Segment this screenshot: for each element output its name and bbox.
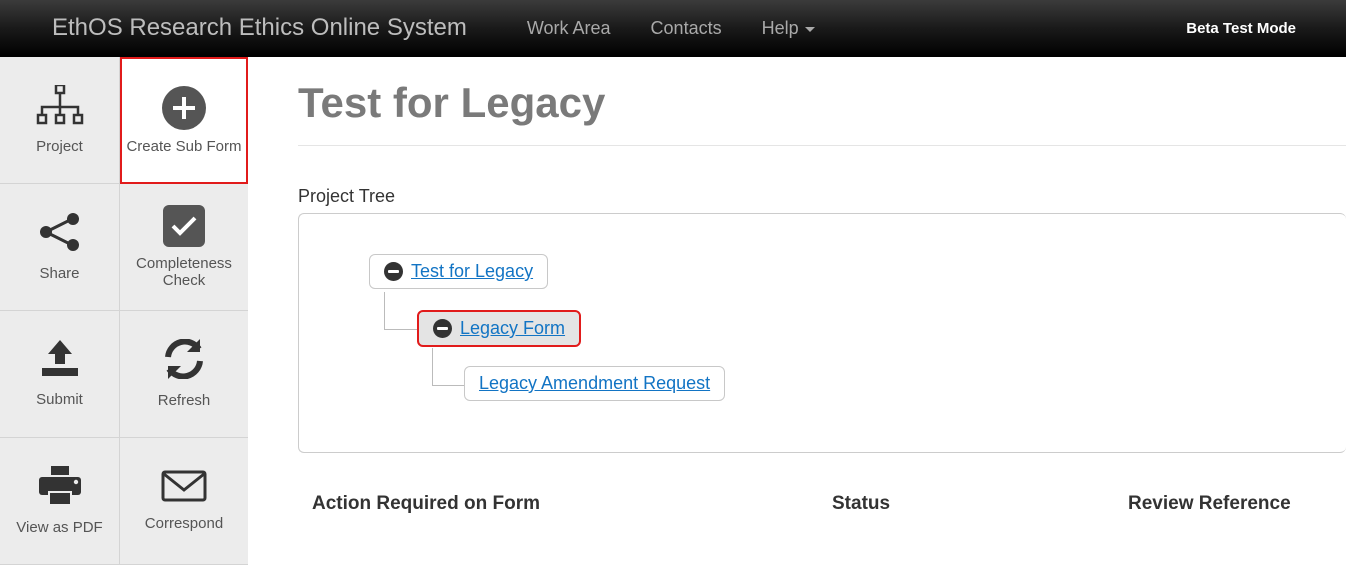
col-review: Review Reference [1128,493,1346,515]
tool-view-pdf[interactable]: View as PDF [0,438,120,565]
tool-create-sub-form-label: Create Sub Form [126,138,241,155]
tool-share[interactable]: Share [0,184,120,311]
tool-share-label: Share [39,265,79,282]
content-area: Test for Legacy Project Tree Test for Le… [248,57,1346,561]
title-divider [298,145,1346,146]
tree-node-legacy-form-link[interactable]: Legacy Form [460,318,565,339]
project-tree-panel: Test for Legacy Legacy Form Legacy Amend… [298,213,1346,453]
printer-icon [37,466,83,511]
nav-links: Work Area Contacts Help [527,18,815,39]
col-status: Status [832,493,1128,515]
nav-contacts[interactable]: Contacts [651,18,722,39]
tool-completeness-check[interactable]: Completeness Check [120,184,248,311]
chevron-down-icon [805,27,815,32]
tool-view-pdf-label: View as PDF [16,519,102,536]
tool-submit[interactable]: Submit [0,311,120,438]
mail-icon [161,470,207,507]
tree-connector [432,348,464,386]
tree-connector [384,292,417,330]
columns-header: Action Required on Form Status Review Re… [298,493,1346,515]
tool-completeness-check-label: Completeness Check [124,255,244,290]
top-navbar: EthOS Research Ethics Online System Work… [0,0,1346,57]
tree-node-root[interactable]: Test for Legacy [369,254,548,289]
tool-correspond-label: Correspond [145,515,223,532]
sidebar: Project Create Sub Form Share Completene… [0,57,248,561]
tool-refresh[interactable]: Refresh [120,311,248,438]
col-action: Action Required on Form [312,493,832,515]
tool-project-label: Project [36,138,83,155]
tree-node-legacy-form[interactable]: Legacy Form [417,310,581,347]
tool-create-sub-form[interactable]: Create Sub Form [120,57,248,184]
tree-node-amendment[interactable]: Legacy Amendment Request [464,366,725,401]
tool-project[interactable]: Project [0,57,120,184]
brand-title[interactable]: EthOS Research Ethics Online System [52,14,467,42]
nav-help[interactable]: Help [762,18,815,39]
tree-section-label: Project Tree [298,186,1346,207]
main-layout: Project Create Sub Form Share Completene… [0,57,1346,561]
tool-submit-label: Submit [36,391,83,408]
tool-refresh-label: Refresh [158,392,211,409]
upload-icon [38,340,82,383]
collapse-icon[interactable] [384,262,403,281]
check-icon [163,205,205,247]
nav-help-label: Help [762,18,799,39]
tree-node-amendment-link[interactable]: Legacy Amendment Request [479,373,710,394]
tree-node-root-link[interactable]: Test for Legacy [411,261,533,282]
share-icon [37,212,83,257]
hierarchy-icon [36,85,84,130]
page-title: Test for Legacy [298,79,1346,127]
tool-correspond[interactable]: Correspond [120,438,248,565]
plus-circle-icon [162,86,206,130]
refresh-icon [162,339,206,384]
nav-work-area[interactable]: Work Area [527,18,611,39]
collapse-icon[interactable] [433,319,452,338]
mode-indicator: Beta Test Mode [1186,20,1296,37]
